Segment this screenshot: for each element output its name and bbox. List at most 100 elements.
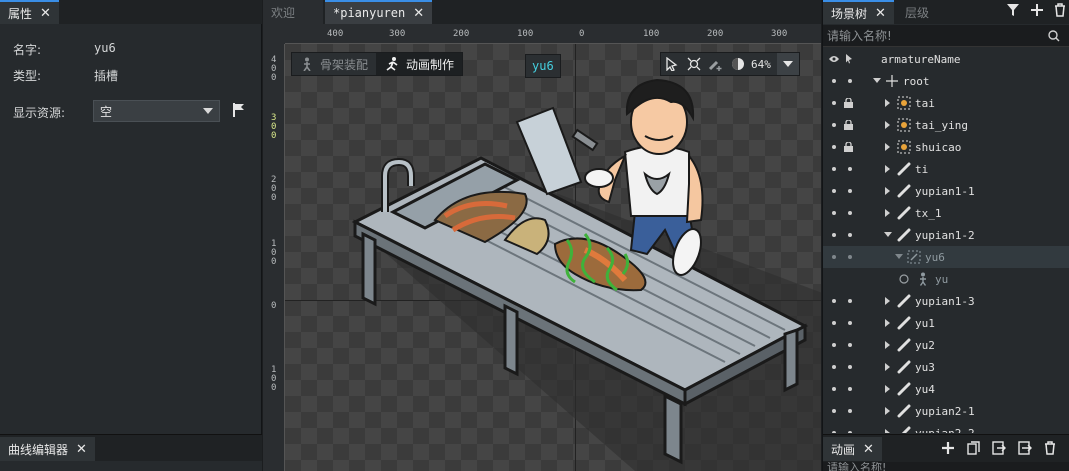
mode-animate-button[interactable]: 动画制作 bbox=[376, 53, 463, 75]
lock-dot[interactable] bbox=[848, 255, 852, 259]
expand-icon[interactable] bbox=[885, 341, 890, 349]
visibility-dot[interactable] bbox=[832, 123, 836, 127]
scene-artwork[interactable] bbox=[285, 44, 821, 471]
zoom-dropdown[interactable] bbox=[776, 53, 799, 75]
visibility-dot[interactable] bbox=[832, 387, 836, 391]
visibility-dot[interactable] bbox=[832, 233, 836, 237]
visibility-dot[interactable] bbox=[832, 343, 836, 347]
tab-curve-editor[interactable]: 曲线编辑器 ✕ bbox=[0, 437, 95, 461]
ruler-vertical[interactable]: 400 300 200 100 0 100 bbox=[263, 44, 285, 471]
visibility-dot[interactable] bbox=[832, 211, 836, 215]
expand-icon[interactable] bbox=[885, 187, 890, 195]
visibility-dot[interactable] bbox=[832, 145, 836, 149]
add-icon[interactable] bbox=[941, 441, 955, 455]
tree-row-yupian2-2[interactable]: yupian2-2 bbox=[823, 422, 1069, 433]
visibility-dot[interactable] bbox=[832, 79, 836, 83]
search-icon[interactable] bbox=[1048, 29, 1060, 42]
visibility-dot[interactable] bbox=[832, 167, 836, 171]
lock-dot[interactable] bbox=[848, 299, 852, 303]
visibility-dot[interactable] bbox=[832, 431, 836, 433]
lock-dot[interactable] bbox=[848, 167, 852, 171]
lock-dot[interactable] bbox=[848, 189, 852, 193]
tab-welcome[interactable]: 欢迎 bbox=[263, 0, 323, 24]
add-bone-tool-button[interactable] bbox=[705, 53, 727, 75]
close-icon[interactable]: ✕ bbox=[875, 6, 886, 21]
visibility-dot[interactable] bbox=[832, 255, 836, 259]
lock-icon[interactable] bbox=[844, 142, 853, 152]
tab-scene-tree[interactable]: 场景树 ✕ bbox=[823, 0, 894, 24]
expand-icon[interactable] bbox=[885, 385, 890, 393]
visibility-dot[interactable] bbox=[832, 365, 836, 369]
expand-icon[interactable] bbox=[884, 232, 892, 237]
lock-dot[interactable] bbox=[848, 321, 852, 325]
close-icon[interactable]: ✕ bbox=[40, 6, 51, 21]
ruler-horizontal[interactable]: 400 300 200 100 0 100 200 300 bbox=[285, 24, 821, 44]
lock-dot[interactable] bbox=[848, 409, 852, 413]
tree-row-yupian1-3[interactable]: yupian1-3 bbox=[823, 290, 1069, 312]
flag-icon[interactable] bbox=[232, 102, 246, 121]
expand-icon[interactable] bbox=[885, 407, 890, 415]
expand-icon[interactable] bbox=[885, 319, 890, 327]
mode-rig-button[interactable]: 骨架装配 bbox=[292, 53, 376, 75]
lock-icon[interactable] bbox=[844, 98, 853, 108]
expand-icon[interactable] bbox=[885, 429, 890, 433]
onion-skin-button[interactable] bbox=[727, 53, 749, 75]
lock-dot[interactable] bbox=[848, 431, 852, 433]
visibility-dot[interactable] bbox=[832, 409, 836, 413]
lock-dot[interactable] bbox=[848, 387, 852, 391]
lock-dot[interactable] bbox=[848, 343, 852, 347]
tree-row-tai[interactable]: tai bbox=[823, 92, 1069, 114]
tree-row-yupian1-2[interactable]: yupian1-2 bbox=[823, 224, 1069, 246]
expand-icon[interactable] bbox=[885, 165, 890, 173]
stage-canvas[interactable]: 骨架装配 动画制作 yu6 64% bbox=[285, 44, 821, 471]
lock-dot[interactable] bbox=[848, 79, 852, 83]
trash-icon[interactable] bbox=[1054, 3, 1066, 17]
filter-icon[interactable] bbox=[1006, 3, 1020, 17]
tree-row-ti[interactable]: ti bbox=[823, 158, 1069, 180]
tree-row-yu4[interactable]: yu4 bbox=[823, 378, 1069, 400]
add-icon[interactable] bbox=[1030, 3, 1044, 17]
cursor-icon[interactable] bbox=[845, 53, 853, 64]
visibility-dot[interactable] bbox=[832, 189, 836, 193]
copy-icon[interactable] bbox=[967, 441, 980, 455]
lock-dot[interactable] bbox=[848, 233, 852, 237]
tree-row-root[interactable]: root bbox=[823, 70, 1069, 92]
eye-icon[interactable] bbox=[828, 55, 840, 63]
scene-search-input[interactable] bbox=[823, 28, 1048, 43]
tab-animation[interactable]: 动画 ✕ bbox=[823, 437, 882, 461]
export-icon[interactable] bbox=[1018, 441, 1032, 455]
tree-row-tx-1[interactable]: tx_1 bbox=[823, 202, 1069, 224]
expand-icon[interactable] bbox=[885, 209, 890, 217]
lock-dot[interactable] bbox=[848, 211, 852, 215]
tree-row-yu[interactable]: yu bbox=[823, 268, 1069, 290]
expand-icon[interactable] bbox=[885, 143, 890, 151]
tree-row-yu2[interactable]: yu2 bbox=[823, 334, 1069, 356]
expand-icon[interactable] bbox=[885, 297, 890, 305]
visibility-dot[interactable] bbox=[832, 321, 836, 325]
transform-tool-button[interactable] bbox=[683, 53, 705, 75]
trash-icon[interactable] bbox=[1044, 441, 1056, 455]
tree-row-yupian1-1[interactable]: yupian1-1 bbox=[823, 180, 1069, 202]
expand-icon[interactable] bbox=[885, 99, 890, 107]
tab-properties[interactable]: 属性 ✕ bbox=[0, 0, 59, 24]
tab-document[interactable]: *pianyuren ✕ bbox=[325, 0, 433, 24]
lock-dot[interactable] bbox=[848, 365, 852, 369]
animation-search[interactable]: 请输入名称! bbox=[823, 462, 1069, 471]
tree-row-tai-ying[interactable]: tai_ying bbox=[823, 114, 1069, 136]
lock-icon[interactable] bbox=[844, 120, 853, 130]
expand-icon[interactable] bbox=[885, 363, 890, 371]
source-select[interactable]: 空 bbox=[93, 100, 220, 122]
tree-row-yu6[interactable]: yu6 bbox=[823, 246, 1069, 268]
expand-icon[interactable] bbox=[873, 78, 881, 83]
tree-row-yupian2-1[interactable]: yupian2-1 bbox=[823, 400, 1069, 422]
expand-icon[interactable] bbox=[885, 121, 890, 129]
tab-layers[interactable]: 层级 bbox=[897, 0, 937, 24]
close-icon[interactable]: ✕ bbox=[413, 6, 424, 21]
tree-row-shuicao[interactable]: shuicao bbox=[823, 136, 1069, 158]
close-icon[interactable]: ✕ bbox=[863, 442, 874, 457]
visibility-dot[interactable] bbox=[832, 299, 836, 303]
tree-row-yu1[interactable]: yu1 bbox=[823, 312, 1069, 334]
expand-icon[interactable] bbox=[895, 254, 903, 259]
close-icon[interactable]: ✕ bbox=[76, 442, 87, 457]
select-tool-button[interactable] bbox=[661, 53, 683, 75]
